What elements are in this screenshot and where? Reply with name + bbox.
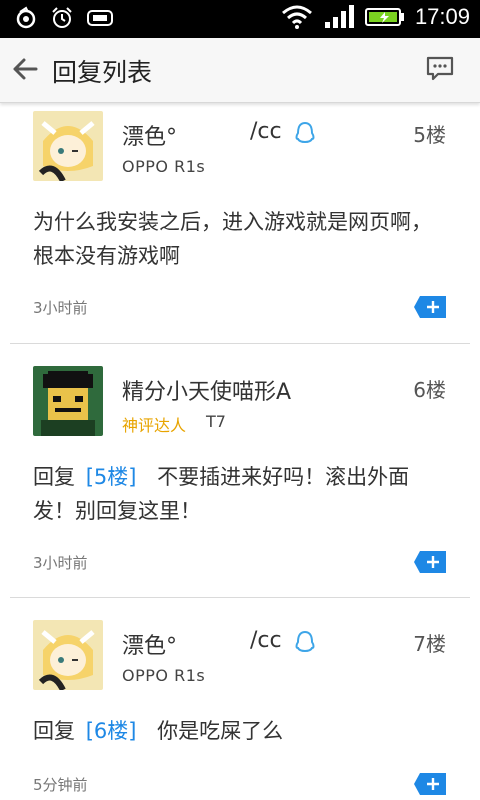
level-badge: T7 bbox=[206, 412, 226, 431]
username-suffix[interactable]: /cc bbox=[250, 628, 282, 653]
alarm-icon bbox=[52, 7, 72, 28]
reply-content: 回复 [6楼] 你是吃屎了么 bbox=[33, 714, 443, 748]
qq-icon bbox=[295, 121, 315, 144]
reply-time: 3小时前 bbox=[33, 299, 88, 317]
gamepad-icon bbox=[87, 10, 113, 26]
floor-link[interactable]: [5楼] bbox=[86, 465, 137, 489]
app-header: 回复列表 bbox=[0, 38, 480, 103]
floor-number: 7楼 bbox=[413, 632, 446, 656]
reply-prefix: 回复 bbox=[33, 719, 75, 743]
reply-time: 5分钟前 bbox=[33, 776, 88, 794]
page-title: 回复列表 bbox=[52, 58, 153, 87]
divider bbox=[10, 343, 470, 344]
clock: 17:09 bbox=[414, 4, 470, 29]
username-suffix[interactable]: /cc bbox=[250, 119, 282, 144]
reply-content: 回复 [5楼] 不要插进来好吗！滚出外面发！别回复这里！ bbox=[33, 460, 443, 528]
reply-text: 你是吃屎了么 bbox=[157, 719, 284, 743]
reply-content: 为什么我安装之后，进入游戏就是网页啊，根本没有游戏啊 bbox=[33, 210, 432, 268]
avatar[interactable] bbox=[33, 620, 103, 690]
battery-charging-icon bbox=[364, 8, 404, 26]
status-bar: 17:09 bbox=[0, 0, 480, 38]
username[interactable]: 漂色° bbox=[122, 119, 177, 151]
app-notification-icon bbox=[16, 6, 36, 29]
avatar[interactable] bbox=[33, 366, 103, 436]
reply-list[interactable]: 漂色° /cc 5楼 OPPO R1s 为什么我安装之后，进入游戏就是网页啊，根… bbox=[0, 103, 480, 800]
floor-number: 6楼 bbox=[413, 378, 446, 402]
back-arrow-icon[interactable] bbox=[10, 54, 40, 84]
reply-plus-icon[interactable] bbox=[414, 296, 446, 318]
wifi-icon bbox=[281, 5, 312, 29]
reply-plus-icon[interactable] bbox=[414, 773, 446, 795]
signal-icon bbox=[324, 5, 354, 28]
qq-icon bbox=[295, 630, 315, 653]
message-icon[interactable] bbox=[426, 56, 454, 82]
reply-plus-icon[interactable] bbox=[414, 551, 446, 573]
username[interactable]: 精分小天使喵形A bbox=[122, 374, 291, 406]
username[interactable]: 漂色° bbox=[122, 628, 177, 660]
title-badge: 神评达人 bbox=[122, 416, 187, 435]
device-label: OPPO R1s bbox=[122, 666, 206, 685]
reply-prefix: 回复 bbox=[33, 465, 75, 489]
floor-number: 5楼 bbox=[413, 123, 446, 147]
divider bbox=[10, 597, 470, 598]
avatar[interactable] bbox=[33, 111, 103, 181]
device-label: OPPO R1s bbox=[122, 157, 206, 176]
floor-link[interactable]: [6楼] bbox=[86, 719, 137, 743]
reply-time: 3小时前 bbox=[33, 554, 88, 572]
